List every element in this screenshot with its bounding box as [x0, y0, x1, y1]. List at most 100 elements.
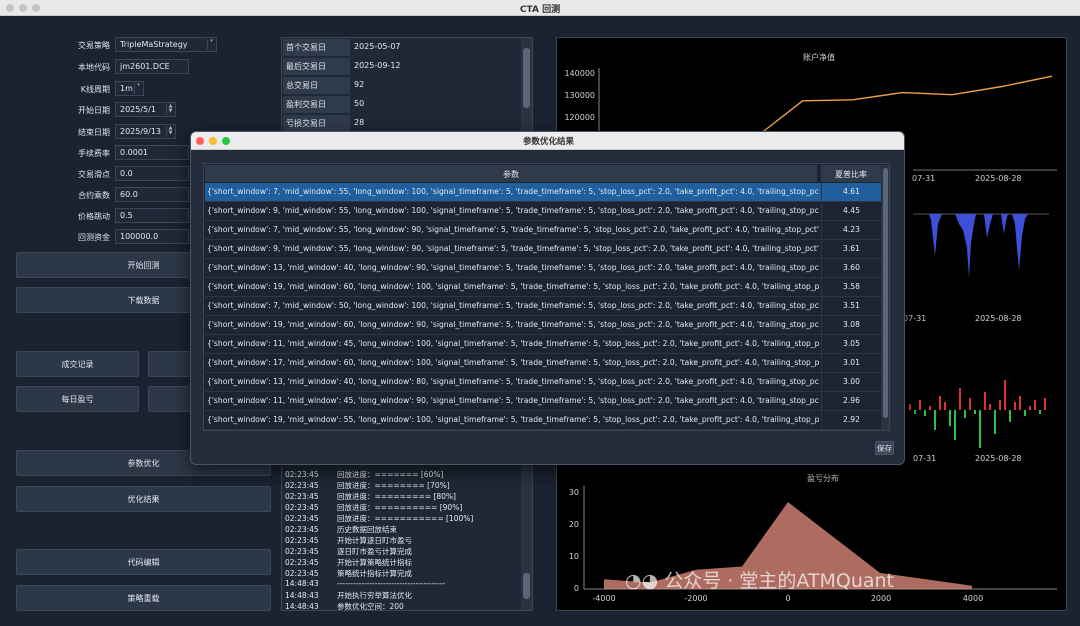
param-cell: {'short_window': 9, 'mid_window': 55, 'l… [207, 244, 819, 253]
trade-records-button[interactable]: 成交记录 [16, 351, 139, 377]
equity-ytick: 130000 [564, 91, 595, 100]
pnl-bar [969, 398, 971, 410]
end-date-input[interactable]: 2025/9/13 ▲ ▼ [115, 124, 176, 139]
stats-scrollbar[interactable] [521, 38, 532, 136]
symbol-input[interactable]: jm2601.DCE [115, 59, 189, 74]
log-line: 14:48:43 参数优化空间：200 [285, 601, 404, 610]
log-message: 开始计算策略统计指标 [337, 558, 412, 567]
slippage-input[interactable]: 0.0 [115, 166, 189, 181]
dist-xtick: -4000 [592, 594, 615, 603]
pnl-bar [1024, 410, 1026, 416]
stat-key: 总交易日 [283, 77, 350, 94]
stat-value: 2025-05-07 [354, 42, 401, 51]
log-time: 02:23:45 [285, 558, 319, 567]
table-row[interactable]: {'short_window': 7, 'mid_window': 55, 'l… [205, 183, 881, 202]
dialog-title: 参数优化结果 [522, 137, 574, 147]
dist-xtick: 0 [785, 594, 790, 603]
table-row[interactable]: {'short_window': 7, 'mid_window': 50, 'l… [205, 297, 881, 316]
param-cell: {'short_window': 19, 'mid_window': 60, '… [207, 282, 819, 291]
strategy-value: TripleMaStrategy [120, 40, 188, 49]
start-date-label: 开始日期 [78, 106, 110, 115]
scrollbar-thumb[interactable] [523, 48, 530, 108]
column-header-sharpe[interactable]: 夏普比率 [821, 165, 881, 182]
sharpe-cell: 3.01 [821, 354, 881, 372]
table-row[interactable]: {'short_window': 19, 'mid_window': 55, '… [205, 411, 881, 430]
symbol-label: 本地代码 [78, 63, 110, 72]
save-button[interactable]: 保存 [875, 441, 894, 455]
window-title: CTA 回测 [519, 5, 561, 15]
pricetick-input[interactable]: 0.5 [115, 208, 189, 223]
param-cell: {'short_window': 9, 'mid_window': 55, 'l… [207, 206, 819, 215]
pnl-bar [989, 404, 991, 410]
table-row[interactable]: {'short_window': 11, 'mid_window': 45, '… [205, 335, 881, 354]
daily-pnl-button[interactable]: 每日盈亏 [16, 386, 139, 412]
stat-row: 亏损交易日 28 [282, 114, 522, 132]
end-date-label: 结束日期 [78, 128, 110, 137]
stat-key: 最后交易日 [283, 58, 350, 75]
pnl-bar [974, 410, 976, 414]
pnl-bar [954, 410, 956, 440]
log-line: 02:23:45 开始计算逐日盯市盈亏 [285, 535, 412, 546]
column-header-params[interactable]: 参数 [205, 165, 817, 182]
table-row[interactable]: {'short_window': 19, 'mid_window': 60, '… [205, 316, 881, 335]
optimization-result-table: 参数 夏普比率 {'short_window': 7, 'mid_window'… [203, 163, 890, 431]
stat-row: 总交易日 92 [282, 76, 522, 94]
dist-ytick: 20 [569, 520, 579, 529]
table-row[interactable]: {'short_window': 13, 'mid_window': 40, '… [205, 259, 881, 278]
log-message: 历史数据回放结束 [337, 525, 397, 534]
table-row[interactable]: {'short_window': 7, 'mid_window': 55, 'l… [205, 221, 881, 240]
date-label: 07-31 [912, 174, 935, 183]
stat-value: 50 [354, 99, 365, 108]
size-label: 合约乘数 [78, 191, 110, 200]
log-message: 回放进度：========== [90%] [337, 503, 463, 512]
log-time: 02:23:45 [285, 569, 319, 578]
date-label: 2025-08-28 [975, 174, 1022, 183]
sharpe-cell: 3.00 [821, 373, 881, 391]
slippage-label: 交易滑点 [78, 170, 110, 179]
strategy-select[interactable]: TripleMaStrategy ▾ [115, 37, 217, 52]
log-message: ---------------------------------------- [337, 579, 446, 588]
date-stepper-icon[interactable]: ▲ ▼ [166, 104, 174, 115]
table-row[interactable]: {'short_window': 9, 'mid_window': 55, 'l… [205, 202, 881, 221]
code-edit-button[interactable]: 代码编辑 [16, 549, 271, 575]
rate-input[interactable]: 0.0001 [115, 145, 189, 160]
pnl-bar [964, 410, 966, 418]
log-time: 02:23:45 [285, 492, 319, 501]
log-scrollbar[interactable] [521, 465, 532, 610]
date-label: 2025-08-28 [975, 314, 1022, 323]
pnl-bar [944, 402, 946, 410]
table-scrollbar[interactable] [881, 165, 889, 430]
pricetick-label: 价格跳动 [78, 212, 110, 221]
log-line: 02:23:45 历史数据回放结束 [285, 524, 397, 535]
table-row[interactable]: {'short_window': 17, 'mid_window': 60, '… [205, 354, 881, 373]
pnl-bar [949, 410, 951, 426]
pnl-bar [914, 410, 916, 414]
date-stepper-icon[interactable]: ▲ ▼ [166, 126, 174, 137]
capital-input[interactable]: 100000.0 [115, 229, 189, 244]
table-row[interactable]: {'short_window': 11, 'mid_window': 45, '… [205, 392, 881, 411]
date-label: 07-31 [913, 454, 936, 463]
chevron-down-icon: ▾ [134, 83, 142, 94]
table-row[interactable]: {'short_window': 19, 'mid_window': 60, '… [205, 278, 881, 297]
table-row[interactable]: {'short_window': 9, 'mid_window': 55, 'l… [205, 240, 881, 259]
log-time: 02:23:45 [285, 536, 319, 545]
stat-row: 盈利交易日 50 [282, 95, 522, 113]
stat-row: 最后交易日 2025-09-12 [282, 57, 522, 75]
pnl-bar [1019, 396, 1021, 410]
scrollbar-thumb[interactable] [883, 168, 888, 418]
optimization-result-dialog: 参数优化结果 参数 夏普比率 {'short_window': 7, 'mid_… [190, 131, 905, 465]
reload-strategy-button[interactable]: 策略重载 [16, 585, 271, 611]
log-message: 逐日盯市盈亏计算完成 [337, 547, 412, 556]
dist-xtick: 4000 [963, 594, 983, 603]
scrollbar-thumb[interactable] [523, 573, 530, 599]
param-cell: {'short_window': 7, 'mid_window': 50, 'l… [207, 301, 819, 310]
start-date-input[interactable]: 2025/5/1 ▲ ▼ [115, 102, 176, 117]
interval-value: 1m [120, 84, 133, 93]
log-message: 回放进度：======== [70%] [337, 481, 450, 490]
dist-xtick: -2000 [684, 594, 707, 603]
chevron-down-icon: ▾ [207, 39, 215, 50]
table-row[interactable]: {'short_window': 13, 'mid_window': 40, '… [205, 373, 881, 392]
optimize-result-button[interactable]: 优化结果 [16, 486, 271, 512]
interval-select[interactable]: 1m ▾ [115, 81, 144, 96]
size-input[interactable]: 60.0 [115, 187, 189, 202]
